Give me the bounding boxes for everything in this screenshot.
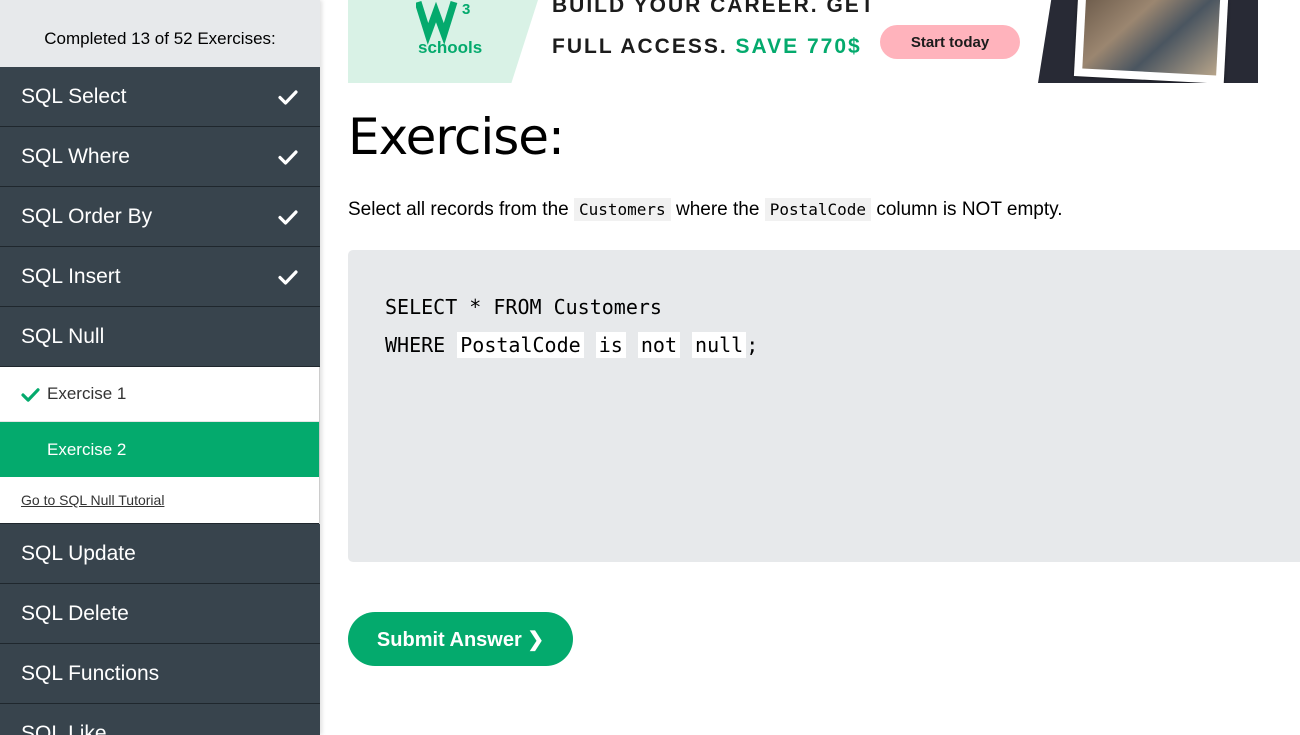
tutorial-link[interactable]: Go to SQL Null Tutorial [21,492,164,508]
page-title: Exercise: [348,108,565,166]
code-line: WHERE PostalCode is not null; [385,332,759,358]
check-icon [278,89,298,105]
sidebar-chapter-sql-functions[interactable]: SQL Functions [0,644,320,704]
check-icon [278,149,298,165]
chapter-label: SQL Like [21,721,107,735]
code-line: SELECT * FROM Customers [385,295,662,319]
logo-text: schools [418,38,483,57]
inline-code: PostalCode [764,198,872,221]
chapter-label: SQL Where [21,144,130,168]
exercise-label: Exercise 1 [47,384,127,403]
answer-input-1[interactable]: PostalCode [457,332,584,358]
chapter-label: SQL Select [21,84,127,108]
check-icon [278,209,298,225]
sidebar-chapter-sql-update[interactable]: SQL Update [0,524,320,584]
sidebar-chapter-sql-order-by[interactable]: SQL Order By [0,187,320,247]
exercise-list: Exercise 1 Exercise 2 Go to SQL Null Tut… [0,367,320,524]
svg-text:3: 3 [462,1,470,18]
answer-input-3[interactable]: not [637,332,680,358]
exercise-item-1[interactable]: Exercise 1 [0,367,319,422]
inline-code: Customers [573,198,671,221]
exercise-instruction: Select all records from the Customers wh… [348,198,1063,221]
chapter-label: SQL Insert [21,264,121,288]
banner-subline: FULL ACCESS. SAVE 770$ [552,35,862,58]
chapter-label: SQL Update [21,541,136,565]
submit-answer-button[interactable]: Submit Answer ❯ [348,612,573,666]
chapter-label: SQL Delete [21,601,129,625]
sidebar-chapter-sql-insert[interactable]: SQL Insert [0,247,320,307]
sidebar-chapter-sql-like[interactable]: SQL Like [0,704,320,735]
chapter-label: SQL Functions [21,661,160,685]
banner-discount: SAVE 770$ [735,35,862,58]
start-today-button[interactable]: Start today [880,25,1020,59]
chapter-label: SQL Null [21,324,105,348]
ad-banner[interactable]: 3 schools BUILD YOUR CAREER. GET FULL AC… [348,0,1258,83]
sidebar-chapter-sql-where[interactable]: SQL Where [0,127,320,187]
code-editor: SELECT * FROM Customers WHERE PostalCode… [348,250,1300,562]
banner-headline: BUILD YOUR CAREER. GET [552,0,876,17]
exercise-item-2[interactable]: Exercise 2 [0,422,319,477]
check-icon [0,387,47,402]
sidebar: Completed 13 of 52 Exercises: SQL Select… [0,0,320,735]
sidebar-chapter-sql-delete[interactable]: SQL Delete [0,584,320,644]
check-icon [278,269,298,285]
chapter-label: SQL Order By [21,204,153,228]
progress-text: Completed 13 of 52 Exercises: [0,0,320,67]
banner-photo [1073,0,1229,83]
exercise-label: Exercise 2 [47,439,127,459]
answer-input-2[interactable]: is [595,332,626,358]
sidebar-chapter-sql-null[interactable]: SQL Null [0,307,320,367]
answer-input-4[interactable]: null [692,332,747,358]
sidebar-chapter-sql-select[interactable]: SQL Select [0,67,320,127]
